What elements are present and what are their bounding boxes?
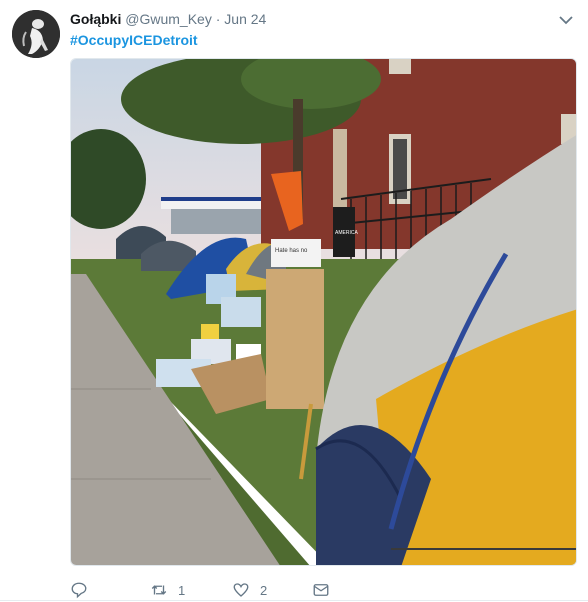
display-name[interactable]: Gołąbki xyxy=(70,11,121,27)
protest-encampment-photo: Hate has no AMERICA xyxy=(71,59,576,565)
sign-text: Hate has no xyxy=(275,248,308,254)
separator-dot: · xyxy=(215,11,221,27)
timestamp[interactable]: Jun 24 xyxy=(224,11,266,27)
direct-message-icon xyxy=(313,584,329,596)
direct-message-button[interactable] xyxy=(312,580,330,600)
retweet-button[interactable]: 1 xyxy=(150,580,185,600)
chevron-down-icon[interactable] xyxy=(558,12,574,28)
reply-icon xyxy=(71,582,87,599)
avatar[interactable] xyxy=(12,10,60,58)
tweet-photo[interactable]: Hate has no AMERICA xyxy=(70,58,577,566)
tweet-actions: 1 2 xyxy=(70,580,490,600)
like-count: 2 xyxy=(260,582,268,598)
tweet-card[interactable]: Gołąbki @Gwum_Key · Jun 24 #OccupyICEDet… xyxy=(0,0,588,602)
tweet-header: Gołąbki @Gwum_Key · Jun 24 xyxy=(70,10,266,28)
like-icon xyxy=(233,583,249,597)
user-handle[interactable]: @Gwum_Key xyxy=(125,11,212,27)
fence-sign-text: AMERICA xyxy=(335,230,358,236)
retweet-icon xyxy=(151,585,167,595)
retweet-count: 1 xyxy=(178,582,186,598)
tweet-divider xyxy=(0,600,588,601)
hashtag-link[interactable]: #OccupyICEDetroit xyxy=(70,31,198,49)
reply-button[interactable] xyxy=(70,580,98,600)
avatar-image xyxy=(12,10,60,58)
like-button[interactable]: 2 xyxy=(232,580,267,600)
